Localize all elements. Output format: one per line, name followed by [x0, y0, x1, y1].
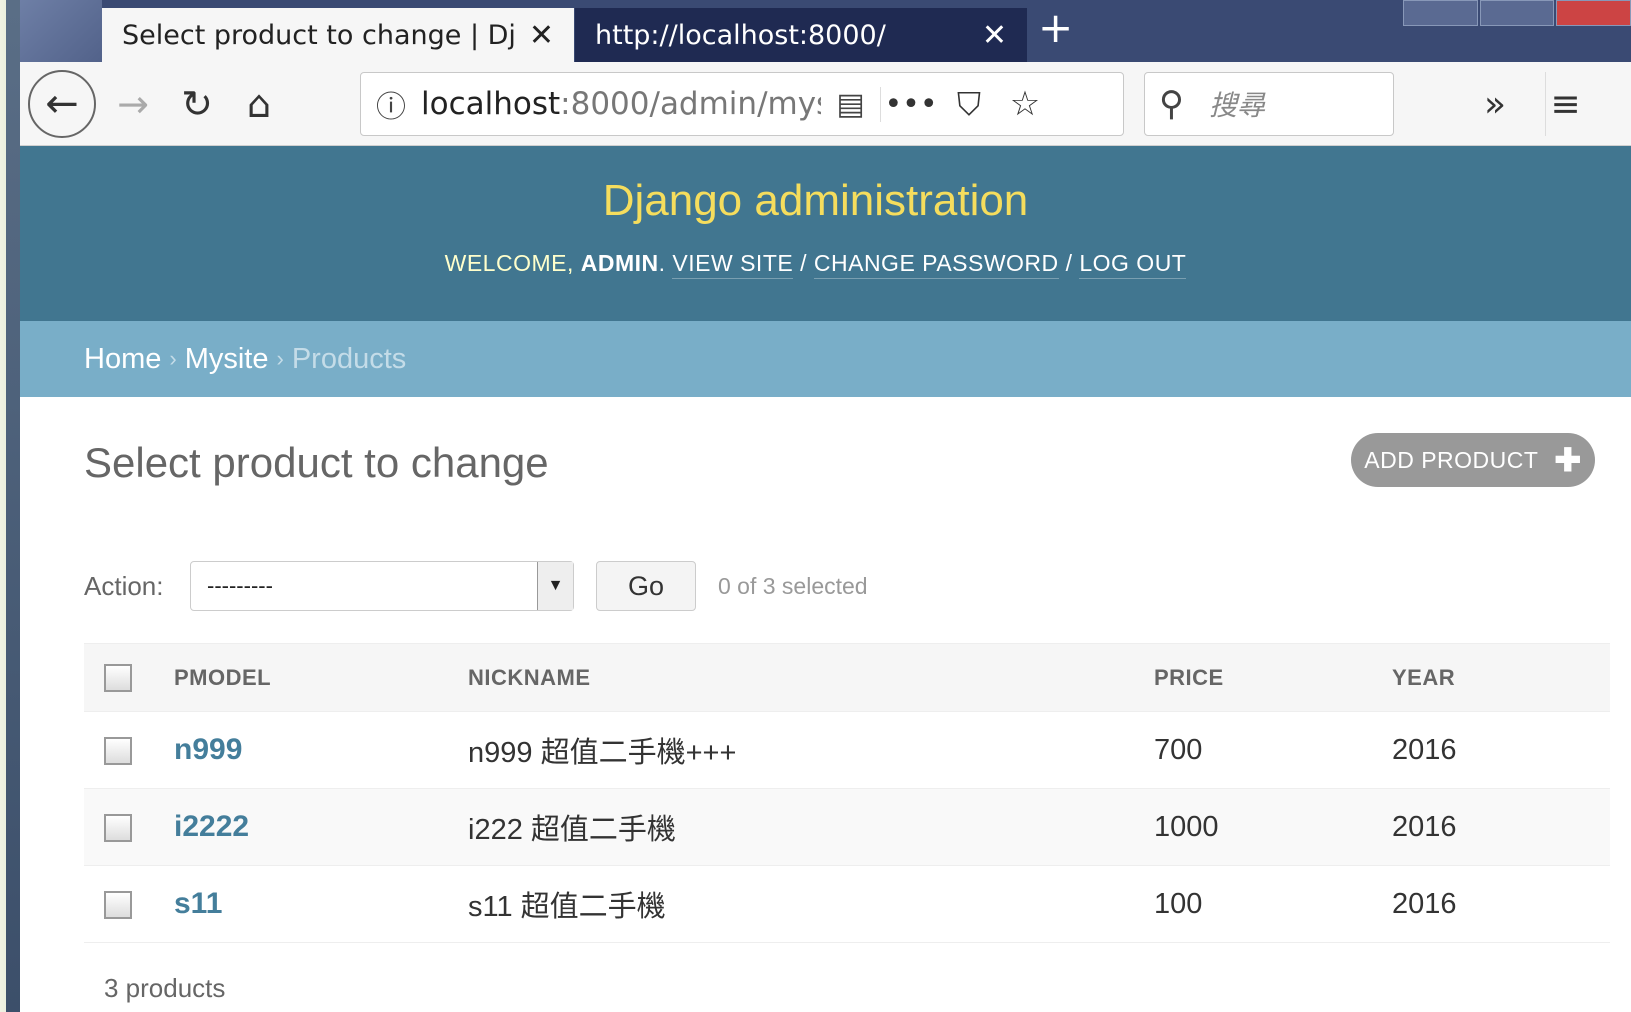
column-header-nickname[interactable]: NICKNAME — [468, 643, 1154, 712]
window-close-button[interactable] — [1556, 0, 1631, 26]
select-all-checkbox[interactable] — [104, 663, 132, 692]
search-icon: ⚲ — [1159, 84, 1184, 124]
tab-title: Select product to change | Django — [122, 19, 517, 51]
url-text[interactable]: localhost:8000/admin/mysite — [421, 86, 821, 122]
nickname-cell: n999 超值二手機+++ — [468, 711, 1154, 789]
minimize-button[interactable] — [1403, 0, 1478, 26]
reader-view-icon[interactable]: ▤ — [821, 86, 881, 122]
result-count: 3 products — [104, 973, 226, 1003]
column-header-price[interactable]: PRICE — [1154, 643, 1392, 712]
price-cell: 700 — [1154, 711, 1392, 789]
forward-arrow-icon[interactable]: → — [108, 72, 158, 136]
close-icon[interactable]: ✕ — [529, 18, 554, 53]
table-row: i2222 i222 超值二手機 1000 2016 — [84, 788, 1610, 866]
tab-strip: Select product to change | Django ✕ http… — [20, 0, 1631, 62]
row-checkbox[interactable] — [104, 813, 132, 842]
url-host: localhost — [421, 86, 561, 122]
row-checkbox[interactable] — [104, 736, 132, 765]
search-bar[interactable]: ⚲ 搜尋 — [1144, 72, 1394, 136]
column-header-year[interactable]: YEAR — [1392, 643, 1610, 712]
row-checkbox-cell — [84, 788, 174, 866]
row-checkbox-cell — [84, 711, 174, 789]
pmodel-link[interactable]: s11 — [174, 887, 222, 920]
action-select-value: --------- — [207, 573, 273, 598]
reload-icon[interactable]: ↻ — [172, 72, 222, 136]
home-icon[interactable]: ⌂ — [234, 72, 284, 136]
separator: / — [800, 250, 807, 276]
username: ADMIN — [580, 250, 659, 276]
breadcrumb-home[interactable]: Home — [84, 343, 161, 376]
back-arrow-icon[interactable]: ← — [28, 70, 96, 138]
year-cell: 2016 — [1392, 711, 1610, 789]
column-header-pmodel[interactable]: PMODEL — [174, 643, 468, 712]
new-tab-button[interactable]: + — [1038, 4, 1073, 52]
row-checkbox-cell — [84, 865, 174, 943]
separator: / — [1065, 250, 1073, 276]
add-product-label: ADD PRODUCT — [1364, 446, 1539, 473]
tab-admin[interactable]: Select product to change | Django ✕ — [102, 8, 574, 62]
action-select[interactable]: --------- ▼ — [190, 561, 574, 611]
results-table: PMODEL NICKNAME PRICE YEAR n999 n999 超值二… — [84, 643, 1610, 943]
price-cell: 100 — [1154, 865, 1392, 943]
action-label: Action: — [84, 570, 164, 601]
year-cell: 2016 — [1392, 865, 1610, 943]
bookmark-star-icon[interactable]: ☆ — [997, 84, 1053, 124]
close-icon[interactable]: ✕ — [982, 18, 1007, 53]
tabstrip-corner — [20, 0, 102, 62]
pmodel-link[interactable]: n999 — [174, 733, 242, 766]
hamburger-menu-icon[interactable]: ≡ — [1545, 72, 1585, 136]
browser-window: Select product to change | Django ✕ http… — [20, 0, 1631, 1012]
table-row: n999 n999 超值二手機+++ 700 2016 — [84, 711, 1610, 789]
django-header: Django administration WELCOME, ADMIN. VI… — [20, 146, 1631, 321]
breadcrumb-separator: › — [169, 346, 177, 371]
pmodel-link[interactable]: i2222 — [174, 810, 249, 843]
breadcrumb: Home › Mysite › Products — [20, 321, 1631, 397]
welcome-text: WELCOME, — [444, 250, 574, 276]
tab-title: http://localhost:8000/ — [595, 19, 886, 51]
pocket-icon[interactable]: ⛉ — [941, 85, 997, 124]
log-out-link[interactable]: LOG OUT — [1079, 250, 1187, 279]
navigation-toolbar: ← → ↻ ⌂ ⓘ localhost:8000/admin/mysite ▤ … — [20, 62, 1631, 146]
nickname-cell: i222 超值二手機 — [468, 788, 1154, 866]
main-content: Select product to change ADD PRODUCT ✚ A… — [20, 397, 1631, 1012]
user-tools: WELCOME, ADMIN. VIEW SITE / CHANGE PASSW… — [20, 250, 1631, 279]
maximize-button[interactable] — [1479, 0, 1555, 26]
table-header-row: PMODEL NICKNAME PRICE YEAR — [84, 643, 1610, 712]
breadcrumb-separator: › — [276, 346, 284, 371]
table-row: s11 s11 超值二手機 100 2016 — [84, 865, 1610, 943]
page-title: Select product to change — [84, 439, 549, 486]
go-button[interactable]: Go — [596, 561, 696, 611]
site-branding[interactable]: Django administration — [20, 176, 1631, 226]
tab-localhost[interactable]: http://localhost:8000/ ✕ — [575, 8, 1027, 62]
row-checkbox[interactable] — [104, 890, 132, 919]
selection-counter: 0 of 3 selected — [718, 572, 868, 599]
change-password-link[interactable]: CHANGE PASSWORD — [813, 250, 1059, 279]
overflow-chevron-icon[interactable]: » — [1465, 72, 1525, 136]
breadcrumb-mysite[interactable]: Mysite — [185, 343, 269, 376]
select-all-cell — [84, 643, 174, 712]
price-cell: 1000 — [1154, 788, 1392, 866]
actions-bar: Action: --------- ▼ Go 0 of 3 selected — [84, 561, 868, 611]
url-bar[interactable]: ⓘ localhost:8000/admin/mysite ▤ ••• ⛉ ☆ — [360, 72, 1124, 136]
window-controls — [1401, 0, 1631, 26]
pmodel-cell: i2222 — [174, 788, 468, 866]
plus-icon: ✚ — [1554, 442, 1582, 478]
view-site-link[interactable]: VIEW SITE — [672, 250, 794, 279]
year-cell: 2016 — [1392, 788, 1610, 866]
pmodel-cell: n999 — [174, 711, 468, 789]
slide-left-strip — [0, 0, 20, 1012]
search-placeholder: 搜尋 — [1209, 89, 1266, 122]
more-icon[interactable]: ••• — [881, 87, 941, 122]
add-product-button[interactable]: ADD PRODUCT ✚ — [1351, 433, 1595, 487]
url-path: :8000/admin/mysite — [560, 86, 821, 122]
nickname-cell: s11 超值二手機 — [468, 865, 1154, 943]
info-icon[interactable]: ⓘ — [361, 82, 421, 126]
breadcrumb-current: Products — [291, 342, 407, 375]
dropdown-arrow-icon[interactable]: ▼ — [537, 562, 573, 610]
pmodel-cell: s11 — [174, 865, 468, 943]
